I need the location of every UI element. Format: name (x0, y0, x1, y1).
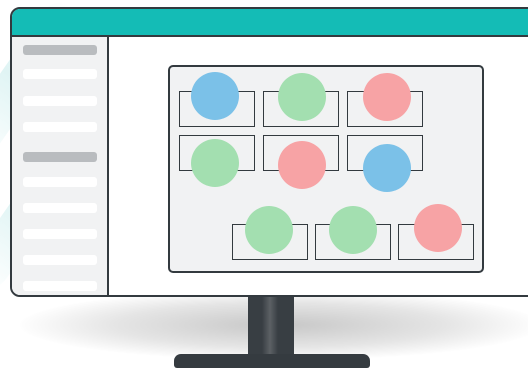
green-dot (191, 139, 239, 187)
blue-dot (191, 72, 239, 120)
sidebar-item[interactable] (23, 229, 97, 239)
sidebar-item[interactable] (23, 255, 97, 265)
sidebar-item[interactable] (23, 122, 97, 132)
red-dot (414, 204, 462, 252)
sidebar (12, 37, 109, 295)
sidebar-item[interactable] (23, 96, 97, 106)
sidebar-item[interactable] (23, 177, 97, 187)
sidebar-heading-bar (23, 45, 97, 55)
sidebar-item[interactable] (23, 69, 97, 79)
monitor-stand-highlight (262, 297, 278, 359)
red-dot (363, 73, 411, 121)
monitor-stand-base (174, 354, 370, 368)
sidebar-heading-bar (23, 152, 97, 162)
sidebar-item[interactable] (23, 281, 97, 291)
sidebar-item[interactable] (23, 203, 97, 213)
green-dot (329, 206, 377, 254)
green-dot (278, 73, 326, 121)
window-title-bar (12, 9, 528, 37)
monitor-screen (10, 7, 528, 297)
blue-dot (363, 144, 411, 192)
red-dot (278, 141, 326, 189)
green-dot (245, 206, 293, 254)
